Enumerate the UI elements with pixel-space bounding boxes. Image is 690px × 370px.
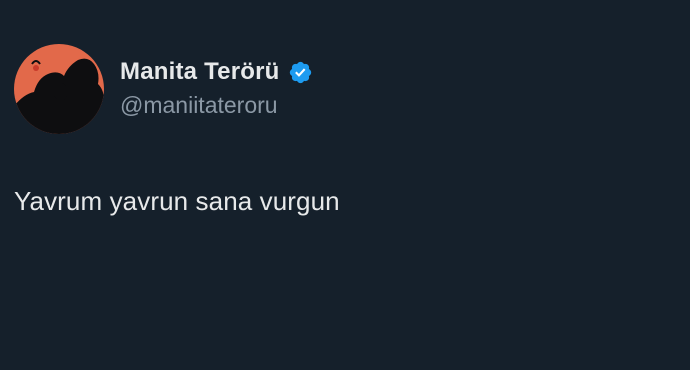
tweet-text: Yavrum yavrun sana vurgun	[14, 186, 340, 216]
silhouette-avatar-icon	[14, 44, 104, 134]
display-name[interactable]: Manita Terörü	[120, 58, 280, 86]
author-handle[interactable]: @maniitateroru	[120, 92, 278, 119]
avatar[interactable]	[14, 44, 104, 134]
tweet-card: Manita Terörü @maniitateroru Yavrum yavr…	[0, 0, 690, 370]
author-name-row: Manita Terörü	[120, 56, 313, 88]
verified-badge-icon	[289, 61, 311, 83]
